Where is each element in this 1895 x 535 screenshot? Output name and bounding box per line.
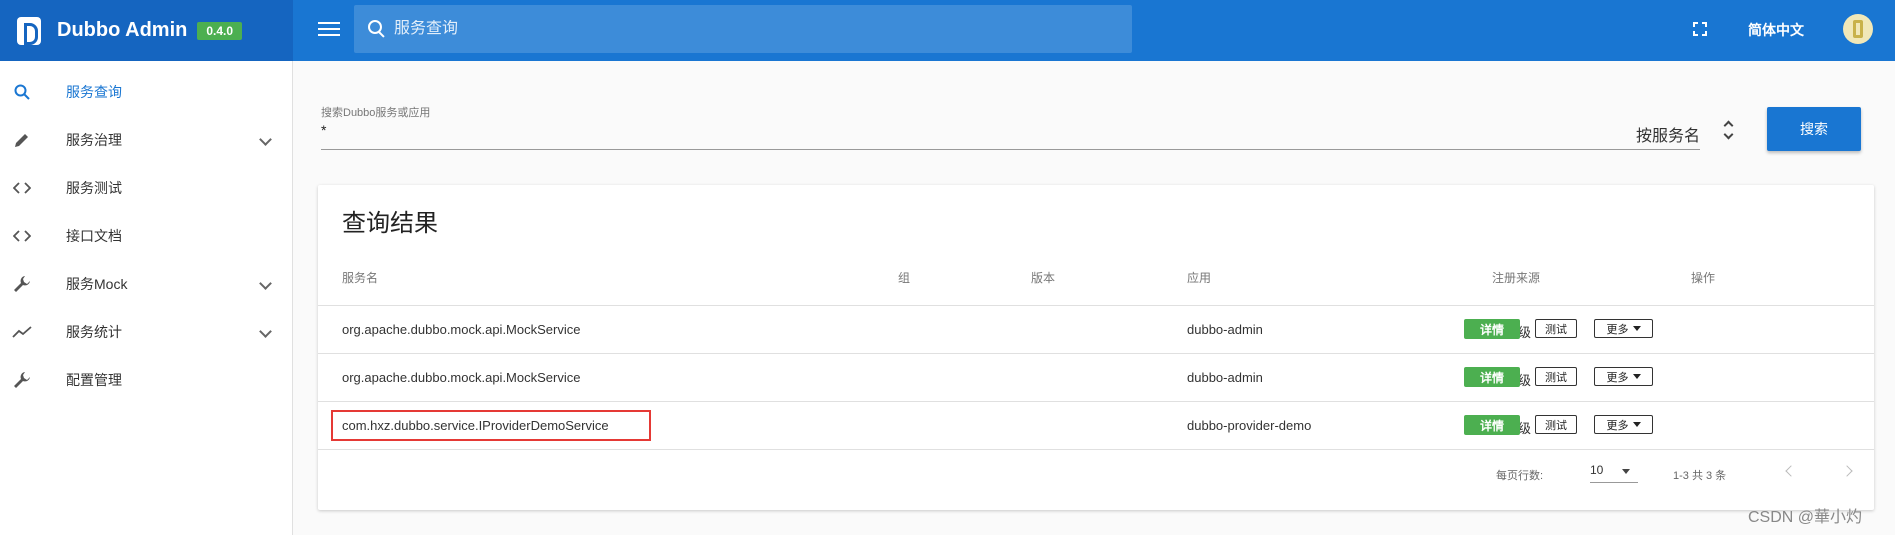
detail-button[interactable]: 详情	[1464, 367, 1520, 387]
global-search[interactable]	[354, 5, 1132, 53]
dubbo-logo-icon	[17, 16, 41, 45]
code-icon	[12, 178, 32, 198]
detail-button[interactable]: 详情	[1464, 415, 1520, 435]
sidebar-item-service-stats[interactable]: 服务统计	[0, 310, 293, 354]
trending-icon	[12, 322, 32, 342]
more-label: 更多	[1606, 419, 1629, 432]
sidebar-item-label: 接口文档	[66, 228, 122, 244]
test-button[interactable]: 测试	[1535, 319, 1577, 338]
column-header-service[interactable]: 服务名	[342, 269, 378, 286]
sidebar-item-label: 服务查询	[66, 84, 122, 100]
search-icon	[368, 20, 386, 38]
service-name: com.hxz.dubbo.service.IProviderDemoServi…	[342, 418, 609, 433]
test-button[interactable]: 测试	[1535, 415, 1577, 434]
caret-down-icon	[1632, 422, 1641, 427]
chevron-right-icon[interactable]	[1843, 465, 1855, 477]
version-badge: 0.4.0	[197, 21, 243, 40]
table-row: org.apache.dubbo.mock.api.MockService du…	[318, 353, 1874, 401]
chevron-left-icon[interactable]	[1784, 465, 1796, 477]
brand-area: Dubbo Admin 0.4.0	[0, 0, 293, 61]
service-name: org.apache.dubbo.mock.api.MockService	[342, 322, 581, 337]
table-footer	[318, 449, 1874, 510]
search-field-label: 搜索Dubbo服务或应用	[321, 107, 431, 119]
fullscreen-icon[interactable]	[1693, 22, 1707, 36]
caret-down-icon	[1622, 469, 1630, 474]
unfold-icon[interactable]	[1723, 119, 1735, 141]
search-icon	[12, 82, 32, 102]
sidebar-item-service-mock[interactable]: 服务Mock	[0, 262, 293, 306]
wrench-icon	[12, 370, 32, 390]
table-row: org.apache.dubbo.mock.api.MockService du…	[318, 305, 1874, 353]
sidebar: 服务查询 服务治理 服务测试 接口文档 服务Mock 服务统计 配置管理	[0, 61, 293, 535]
chevron-down-icon	[259, 278, 271, 290]
test-button[interactable]: 测试	[1535, 367, 1577, 386]
sidebar-item-config[interactable]: 配置管理	[0, 358, 293, 402]
top-app-bar: Dubbo Admin 0.4.0 简体中文	[0, 0, 1895, 61]
results-title: 查询结果	[342, 210, 438, 237]
column-header-actions: 操作	[1691, 271, 1716, 285]
service-name: org.apache.dubbo.mock.api.MockService	[342, 370, 581, 385]
more-label: 更多	[1606, 371, 1629, 384]
search-field-input[interactable]: *	[321, 122, 326, 138]
language-switch[interactable]: 简体中文	[1748, 20, 1804, 40]
rows-per-page-label: 每页行数:	[1496, 470, 1544, 482]
sidebar-item-api-docs[interactable]: 接口文档	[0, 214, 293, 258]
sidebar-item-label: 服务测试	[66, 180, 122, 196]
sidebar-item-service-query[interactable]: 服务查询	[0, 70, 293, 114]
code-icon	[12, 226, 32, 246]
avatar[interactable]	[1843, 14, 1873, 44]
rows-per-page-value: 10	[1590, 463, 1604, 477]
caret-down-icon	[1632, 326, 1641, 331]
column-header-group[interactable]: 组	[898, 269, 910, 286]
app-name: dubbo-admin	[1187, 322, 1263, 337]
sidebar-item-label: 服务Mock	[66, 276, 128, 292]
rows-per-page-select[interactable]: 10	[1590, 463, 1638, 483]
global-search-input[interactable]	[394, 20, 1094, 38]
search-button[interactable]: 搜索	[1767, 107, 1861, 151]
more-button[interactable]: 更多	[1594, 319, 1653, 338]
page-range: 1-3 共 3 条	[1673, 470, 1727, 482]
column-header-source[interactable]: 注册来源	[1492, 269, 1540, 286]
table-row: com.hxz.dubbo.service.IProviderDemoServi…	[318, 401, 1874, 449]
pencil-icon	[12, 130, 32, 150]
more-button[interactable]: 更多	[1594, 367, 1653, 386]
detail-button[interactable]: 详情	[1464, 319, 1520, 339]
brand-name: Dubbo Admin	[57, 19, 188, 41]
caret-down-icon	[1632, 374, 1641, 379]
chevron-down-icon	[259, 134, 271, 146]
watermark: CSDN @華小灼	[1748, 509, 1863, 526]
sidebar-item-label: 配置管理	[66, 372, 122, 388]
sidebar-item-label: 服务治理	[66, 132, 122, 148]
column-header-version[interactable]: 版本	[1031, 269, 1055, 286]
search-by-select[interactable]: 按服务名	[1636, 122, 1700, 146]
sidebar-item-label: 服务统计	[66, 324, 122, 340]
results-card: 查询结果 服务名 组 版本 应用 注册来源 操作 org.apache.dubb…	[318, 185, 1874, 510]
more-button[interactable]: 更多	[1594, 415, 1653, 434]
sidebar-item-service-governance[interactable]: 服务治理	[0, 118, 293, 162]
column-header-app[interactable]: 应用	[1187, 269, 1211, 286]
app-name: dubbo-provider-demo	[1187, 418, 1312, 433]
search-field-underline	[321, 149, 1700, 150]
app-name: dubbo-admin	[1187, 370, 1263, 385]
more-label: 更多	[1606, 323, 1629, 336]
wrench-icon	[12, 274, 32, 294]
chevron-down-icon	[259, 326, 271, 338]
hamburger-menu-icon[interactable]	[318, 18, 340, 40]
sidebar-item-service-test[interactable]: 服务测试	[0, 166, 293, 210]
